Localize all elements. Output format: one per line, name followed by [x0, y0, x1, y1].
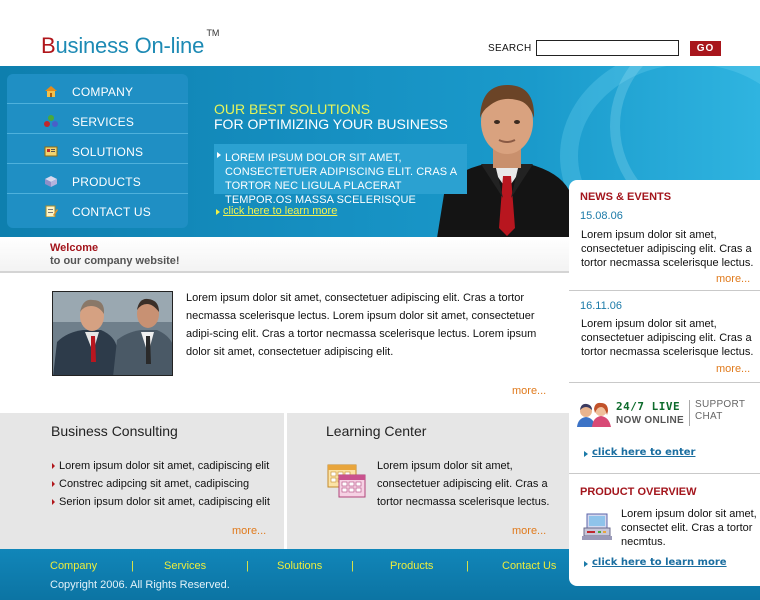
- site-logo[interactable]: Business On-line TM: [41, 28, 219, 59]
- footer-link-company[interactable]: Company: [50, 560, 97, 572]
- learning-title: Learning Center: [326, 423, 427, 439]
- consulting-list: Lorem ipsum dolor sit amet, cadipiscing …: [51, 457, 270, 511]
- nav-item-company[interactable]: COMPANY: [7, 74, 188, 104]
- header: Business On-line TM SEARCH GO: [0, 0, 760, 66]
- product-learn-more-link[interactable]: click here to learn more: [592, 557, 727, 568]
- logo-text: usiness On-line: [55, 33, 205, 58]
- news-text: Lorem ipsum dolor sit amet, consectetuer…: [581, 318, 754, 358]
- chat-status: NOW ONLINE: [616, 415, 684, 426]
- footer-separator: |: [131, 560, 134, 572]
- chat-title: 24/7 LIVE: [616, 400, 681, 413]
- sidebar-divider: [569, 473, 760, 474]
- chat-enter-link[interactable]: click here to enter: [592, 447, 695, 458]
- chat-divider: [689, 400, 690, 426]
- list-item: Lorem ipsum dolor sit amet, cadipiscing …: [51, 457, 270, 475]
- support-people-icon: [577, 402, 611, 427]
- search-input[interactable]: [536, 40, 679, 56]
- services-icon: [44, 115, 58, 127]
- nav-item-label: SOLUTIONS: [72, 145, 144, 159]
- copyright-text: Copyright 2006. All Rights Reserved.: [50, 579, 230, 591]
- footer-link-services[interactable]: Services: [164, 560, 206, 572]
- consulting-more-link[interactable]: more...: [232, 525, 266, 537]
- welcome-subtitle: to our company website!: [50, 255, 180, 267]
- welcome-title: Welcome: [50, 242, 99, 254]
- product-overview-text: Lorem ipsum dolor sit amet, consectet el…: [621, 508, 757, 548]
- learning-body-text: Lorem ipsum dolor sit amet, consectetuer…: [377, 460, 550, 508]
- arrow-bullet-icon: [584, 451, 588, 457]
- footer-separator: |: [466, 560, 469, 572]
- nav-item-products[interactable]: PRODUCTS: [7, 164, 188, 194]
- hero-learn-more-link[interactable]: click here to learn more: [223, 205, 337, 217]
- search-label: SEARCH: [488, 43, 532, 54]
- news-more-link[interactable]: more...: [716, 363, 750, 375]
- chat-label-line2: CHAT: [695, 411, 723, 422]
- panel-divider: [284, 413, 287, 549]
- meeting-photo: [52, 291, 173, 376]
- hero-highlight-box: LOREM IPSUM DOLOR SIT AMET, CONSECTETUER…: [214, 144, 467, 206]
- list-item: Constrec adipcing sit amet, cadipiscing: [51, 475, 270, 493]
- list-item: Serion ipsum dolor sit amet, cadipiscing…: [51, 493, 270, 511]
- go-button[interactable]: GO: [690, 41, 721, 56]
- products-icon: [45, 176, 57, 187]
- main-nav: COMPANY SERVICES SOLUTIONS PRODUCTS CONT…: [7, 74, 188, 228]
- footer-separator: |: [351, 560, 354, 572]
- nav-item-contact-us[interactable]: CONTACT US: [7, 194, 188, 224]
- logo-initial: B: [41, 33, 56, 58]
- solutions-icon: [44, 146, 58, 157]
- news-events-title: NEWS & EVENTS: [580, 191, 672, 203]
- nav-item-label: CONTACT US: [72, 205, 151, 219]
- nav-item-label: PRODUCTS: [72, 175, 141, 189]
- footer-link-contact-us[interactable]: Contact Us: [502, 560, 556, 572]
- news-more-link[interactable]: more...: [716, 273, 750, 285]
- trademark-mark: TM: [206, 28, 220, 38]
- news-date: 16.11.06: [580, 300, 623, 312]
- hero-title-line2: FOR OPTIMIZING YOUR BUSINESS: [214, 116, 448, 132]
- computer-icon: [582, 513, 612, 540]
- nav-item-label: SERVICES: [72, 115, 135, 129]
- nav-item-label: COMPANY: [72, 85, 134, 99]
- sidebar-divider: [569, 290, 760, 291]
- arrow-bullet-icon: [217, 152, 221, 158]
- calendar-icon: [327, 464, 366, 498]
- hero-highlight-text: LOREM IPSUM DOLOR SIT AMET, CONSECTETUER…: [225, 152, 457, 206]
- arrow-bullet-icon: [216, 209, 220, 215]
- contact-icon: [45, 205, 58, 217]
- nav-item-solutions[interactable]: SOLUTIONS: [7, 134, 188, 164]
- footer-link-solutions[interactable]: Solutions: [277, 560, 322, 572]
- welcome-more-link[interactable]: more...: [512, 385, 546, 397]
- home-icon: [45, 86, 57, 97]
- sidebar-divider: [569, 382, 760, 383]
- news-text: Lorem ipsum dolor sit amet, consectetuer…: [581, 229, 754, 269]
- welcome-body-text: Lorem ipsum dolor sit amet, consectetuer…: [186, 292, 537, 358]
- chat-label-line1: SUPPORT: [695, 399, 746, 410]
- nav-item-services[interactable]: SERVICES: [7, 104, 188, 134]
- footer-link-products[interactable]: Products: [390, 560, 433, 572]
- hero-title-line1: OUR BEST SOLUTIONS: [214, 101, 371, 117]
- news-date: 15.08.06: [580, 210, 623, 222]
- consulting-title: Business Consulting: [51, 423, 178, 439]
- footer-separator: |: [246, 560, 249, 572]
- product-overview-title: PRODUCT OVERVIEW: [580, 486, 697, 498]
- learning-more-link[interactable]: more...: [512, 525, 546, 537]
- arrow-bullet-icon: [584, 561, 588, 567]
